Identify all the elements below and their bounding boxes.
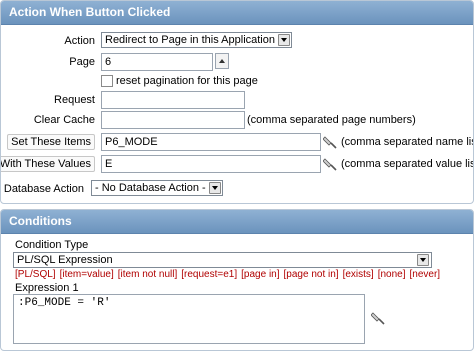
reset-pagination-label: reset pagination for this page xyxy=(116,75,258,87)
with-values-label: With These Values xyxy=(1,156,95,172)
conditions-region: Conditions Condition Type PL/SQL Express… xyxy=(0,209,474,351)
chevron-down-icon[interactable] xyxy=(208,182,221,194)
condition-shortcuts: [PL/SQL] [item=value] [item not null] [requ… xyxy=(15,269,444,280)
condition-shortcut-link[interactable]: [item not null] xyxy=(118,269,177,280)
request-input[interactable] xyxy=(101,91,245,109)
reset-pagination-row: reset pagination for this page xyxy=(1,73,473,93)
set-items-row: Set These Items (comma separated name li… xyxy=(1,133,473,153)
reset-pagination-checkbox[interactable] xyxy=(101,75,113,88)
condition-shortcut-link[interactable]: [page in] xyxy=(241,269,279,280)
database-action-select[interactable]: - No Database Action - xyxy=(91,180,223,196)
condition-shortcut-link[interactable]: [request=e1] xyxy=(181,269,237,280)
flashlight-icon[interactable] xyxy=(371,309,385,325)
with-values-row: With These Values (comma separated value… xyxy=(1,155,473,175)
action-select[interactable]: Redirect to Page in this Application xyxy=(101,32,292,48)
condition-type-label: Condition Type xyxy=(15,239,89,251)
spin-up-icon[interactable] xyxy=(215,53,229,69)
expression1-label: Expression 1 xyxy=(15,282,79,294)
conditions-region-title: Conditions xyxy=(1,210,473,234)
set-items-hint: (comma separated name list) xyxy=(341,136,474,148)
condition-shortcut-link[interactable]: [item=value] xyxy=(60,269,114,280)
flashlight-icon[interactable] xyxy=(323,133,337,149)
request-label: Request xyxy=(54,94,95,106)
clear-cache-row: Clear Cache (comma separated page number… xyxy=(1,111,473,131)
clear-cache-label: Clear Cache xyxy=(33,114,95,126)
condition-shortcut-link[interactable]: [page not in] xyxy=(284,269,339,280)
database-action-value: - No Database Action - xyxy=(95,182,206,194)
condition-shortcut-link[interactable]: [PL/SQL] xyxy=(15,269,56,280)
flashlight-icon[interactable] xyxy=(323,155,337,171)
action-select-value: Redirect to Page in this Application xyxy=(105,34,275,46)
page-label: Page xyxy=(69,56,95,68)
action-region: Action When Button Clicked Action Redire… xyxy=(0,0,474,204)
action-region-title: Action When Button Clicked xyxy=(1,1,473,25)
with-values-input[interactable] xyxy=(101,155,321,173)
clear-cache-input[interactable] xyxy=(101,111,245,129)
set-items-label: Set These Items xyxy=(7,134,95,150)
page-input[interactable] xyxy=(101,53,213,71)
database-action-label: Database Action xyxy=(3,183,84,195)
condition-shortcut-link[interactable]: [exists] xyxy=(343,269,374,280)
chevron-down-icon[interactable] xyxy=(417,254,429,266)
with-values-hint: (comma separated value list) xyxy=(341,158,474,170)
clear-cache-hint: (comma separated page numbers) xyxy=(247,114,416,126)
condition-shortcut-link[interactable]: [none] xyxy=(378,269,406,280)
condition-type-select[interactable]: PL/SQL Expression xyxy=(13,252,432,268)
condition-type-value: PL/SQL Expression xyxy=(17,254,113,266)
database-action-row: Database Action - No Database Action - xyxy=(1,180,473,200)
action-label: Action xyxy=(64,35,95,47)
reset-pagination-checkbox-wrap: reset pagination for this page xyxy=(101,75,258,88)
action-row: Action Redirect to Page in this Applicat… xyxy=(1,32,473,52)
request-row: Request xyxy=(1,91,473,111)
expression1-textarea[interactable]: :P6_MODE = 'R' xyxy=(13,294,365,344)
condition-shortcut-link[interactable]: [never] xyxy=(410,269,441,280)
chevron-down-icon[interactable] xyxy=(278,34,290,46)
page-row: Page xyxy=(1,53,473,73)
set-items-input[interactable] xyxy=(101,133,321,151)
